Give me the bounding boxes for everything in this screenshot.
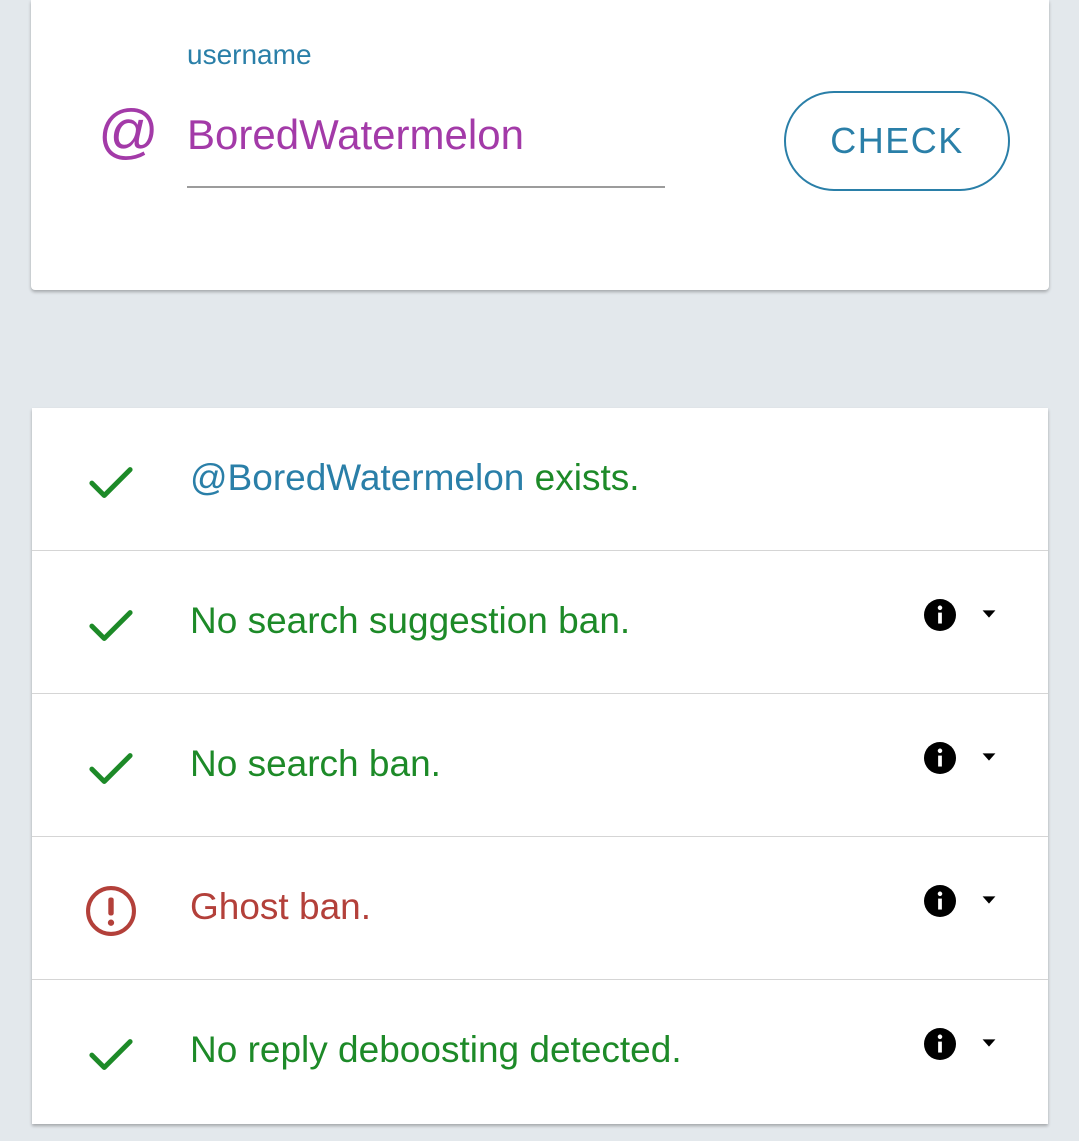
caret-down-icon[interactable] <box>978 746 1000 768</box>
info-icon[interactable] <box>924 1028 956 1060</box>
at-sign-icon: @ <box>97 98 158 165</box>
caret-down-icon[interactable] <box>978 603 1000 625</box>
exists-suffix: exists. <box>524 457 640 498</box>
result-text-reply-deboosting: No reply deboosting detected. <box>190 1029 682 1070</box>
username-label: username <box>187 39 312 70</box>
check-icon <box>89 610 133 641</box>
result-row-ghost-ban: Ghost ban. <box>32 837 1048 980</box>
info-icon[interactable] <box>924 599 956 631</box>
info-icon[interactable] <box>924 885 956 917</box>
result-text-exists: @BoredWatermelon exists. <box>190 456 640 500</box>
username-handle-link[interactable]: @BoredWatermelon <box>190 457 524 498</box>
check-icon <box>89 753 133 784</box>
username-input[interactable] <box>187 100 665 188</box>
check-button[interactable]: CHECK <box>784 91 1010 191</box>
result-text-search-suggestion-ban: No search suggestion ban. <box>190 600 631 641</box>
alert-circle-icon <box>86 886 136 936</box>
check-icon <box>89 1039 133 1070</box>
caret-down-icon[interactable] <box>978 889 1000 911</box>
check-icon <box>89 467 133 498</box>
info-icon[interactable] <box>924 742 956 774</box>
results-list: @BoredWatermelon exists. No search sugge… <box>32 408 1048 1124</box>
result-text-search-ban: No search ban. <box>190 743 441 784</box>
result-row-exists: @BoredWatermelon exists. <box>32 408 1048 551</box>
search-card: @ username CHECK <box>31 0 1049 290</box>
result-row-search-ban: No search ban. <box>32 694 1048 837</box>
result-text-ghost-ban: Ghost ban. <box>190 886 372 927</box>
caret-down-icon[interactable] <box>978 1032 1000 1054</box>
result-row-reply-deboosting: No reply deboosting detected. <box>32 980 1048 1124</box>
result-row-search-suggestion-ban: No search suggestion ban. <box>32 551 1048 694</box>
